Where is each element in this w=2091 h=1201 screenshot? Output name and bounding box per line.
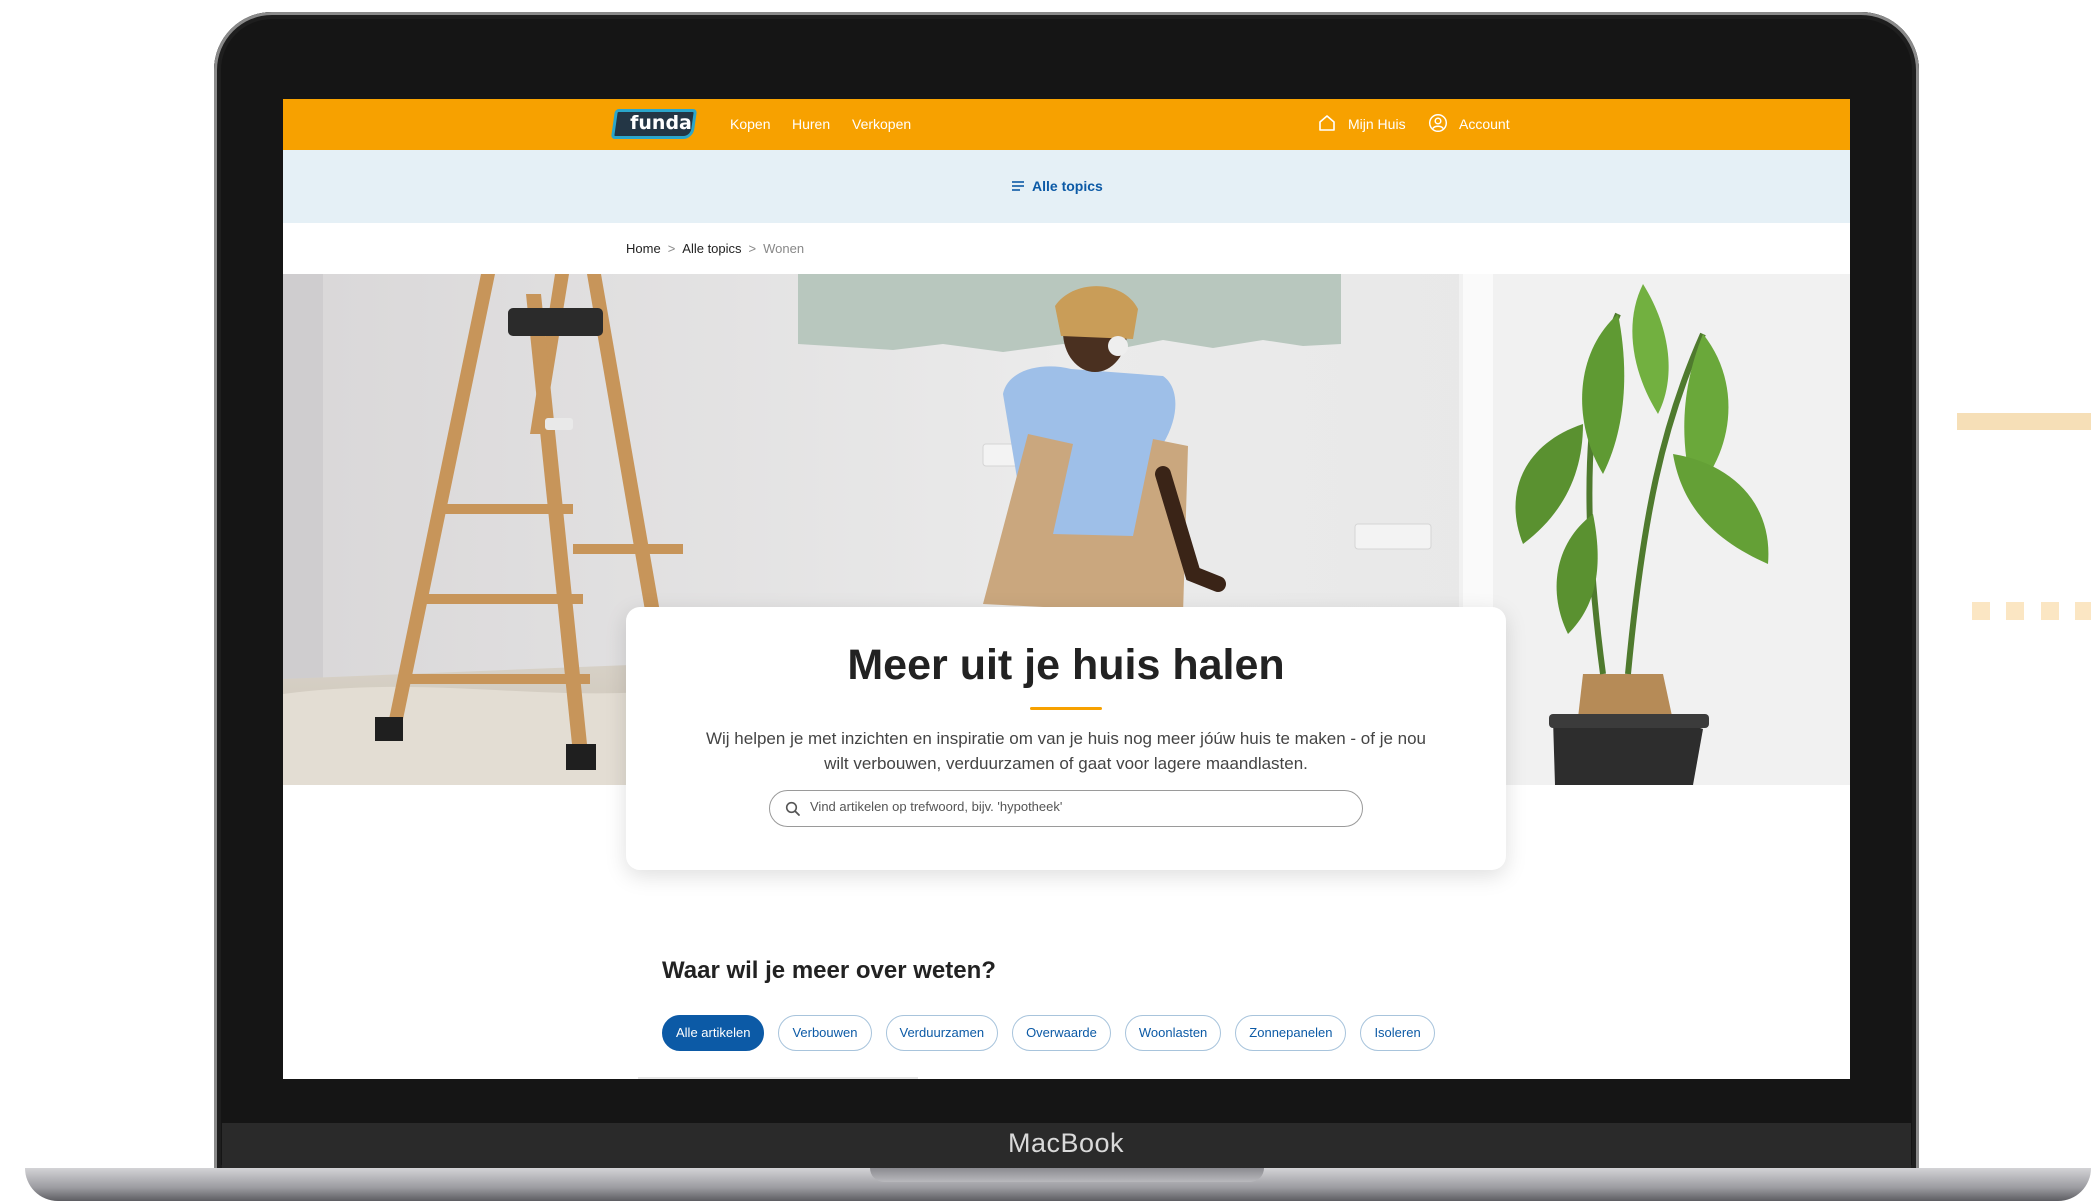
top-navigation-bar: funda Kopen Huren Verkopen Mijn Huis Acc… [283, 99, 1850, 150]
search-icon [785, 801, 800, 816]
alle-topics-link[interactable]: Alle topics [1032, 178, 1103, 194]
breadcrumb-separator: > [667, 241, 676, 256]
decorative-bar [1957, 413, 2091, 430]
breadcrumb-home[interactable]: Home [626, 241, 661, 256]
search-input[interactable] [810, 799, 1330, 814]
breadcrumb: Home > Alle topics > Wonen [626, 241, 804, 256]
search-box[interactable] [769, 790, 1363, 827]
browser-screen: funda Kopen Huren Verkopen Mijn Huis Acc… [283, 99, 1850, 1079]
breadcrumb-current: Wonen [763, 241, 805, 256]
decorative-dot [2075, 602, 2091, 620]
chip-verduurzamen[interactable]: Verduurzamen [885, 1015, 999, 1051]
account-link[interactable]: Account [1459, 115, 1510, 133]
device-brand-label: MacBook [1007, 1128, 1125, 1158]
nav-verkopen[interactable]: Verkopen [852, 115, 911, 133]
chip-zonnepanelen[interactable]: Zonnepanelen [1235, 1015, 1347, 1051]
chip-woonlasten[interactable]: Woonlasten [1124, 1015, 1222, 1051]
nav-huren[interactable]: Huren [792, 115, 830, 133]
menu-lines-icon [1012, 181, 1024, 191]
laptop-notch [870, 1168, 1264, 1182]
chip-verbouwen[interactable]: Verbouwen [778, 1015, 872, 1051]
user-circle-icon [1428, 113, 1448, 133]
decorative-dot [2041, 602, 2059, 620]
topic-chips: Alle artikelen Verbouwen Verduurzamen Ov… [662, 1015, 1435, 1051]
chip-alle-artikelen[interactable]: Alle artikelen [662, 1015, 765, 1051]
chip-isoleren[interactable]: Isoleren [1360, 1015, 1435, 1051]
topics-section-title: Waar wil je meer over weten? [662, 957, 996, 984]
breadcrumb-separator: > [748, 241, 757, 256]
mijn-huis-link[interactable]: Mijn Huis [1348, 115, 1406, 133]
nav-kopen[interactable]: Kopen [730, 115, 770, 133]
breadcrumb-topics[interactable]: Alle topics [682, 241, 741, 256]
topics-bar: Alle topics [283, 150, 1850, 223]
home-icon [1319, 115, 1335, 131]
chip-overwaarde[interactable]: Overwaarde [1012, 1015, 1111, 1051]
decorative-dot [2006, 602, 2024, 620]
decorative-dot [1972, 602, 1990, 620]
page-title: Meer uit je huis halen [847, 641, 1285, 689]
divider [638, 1077, 918, 1079]
logo-text: funda [630, 112, 692, 134]
hero-card: Meer uit je huis halen Wij helpen je met… [626, 607, 1506, 870]
title-underline [1030, 707, 1102, 710]
hero-description: Wij helpen je met inzichten en inspirati… [705, 729, 1427, 773]
